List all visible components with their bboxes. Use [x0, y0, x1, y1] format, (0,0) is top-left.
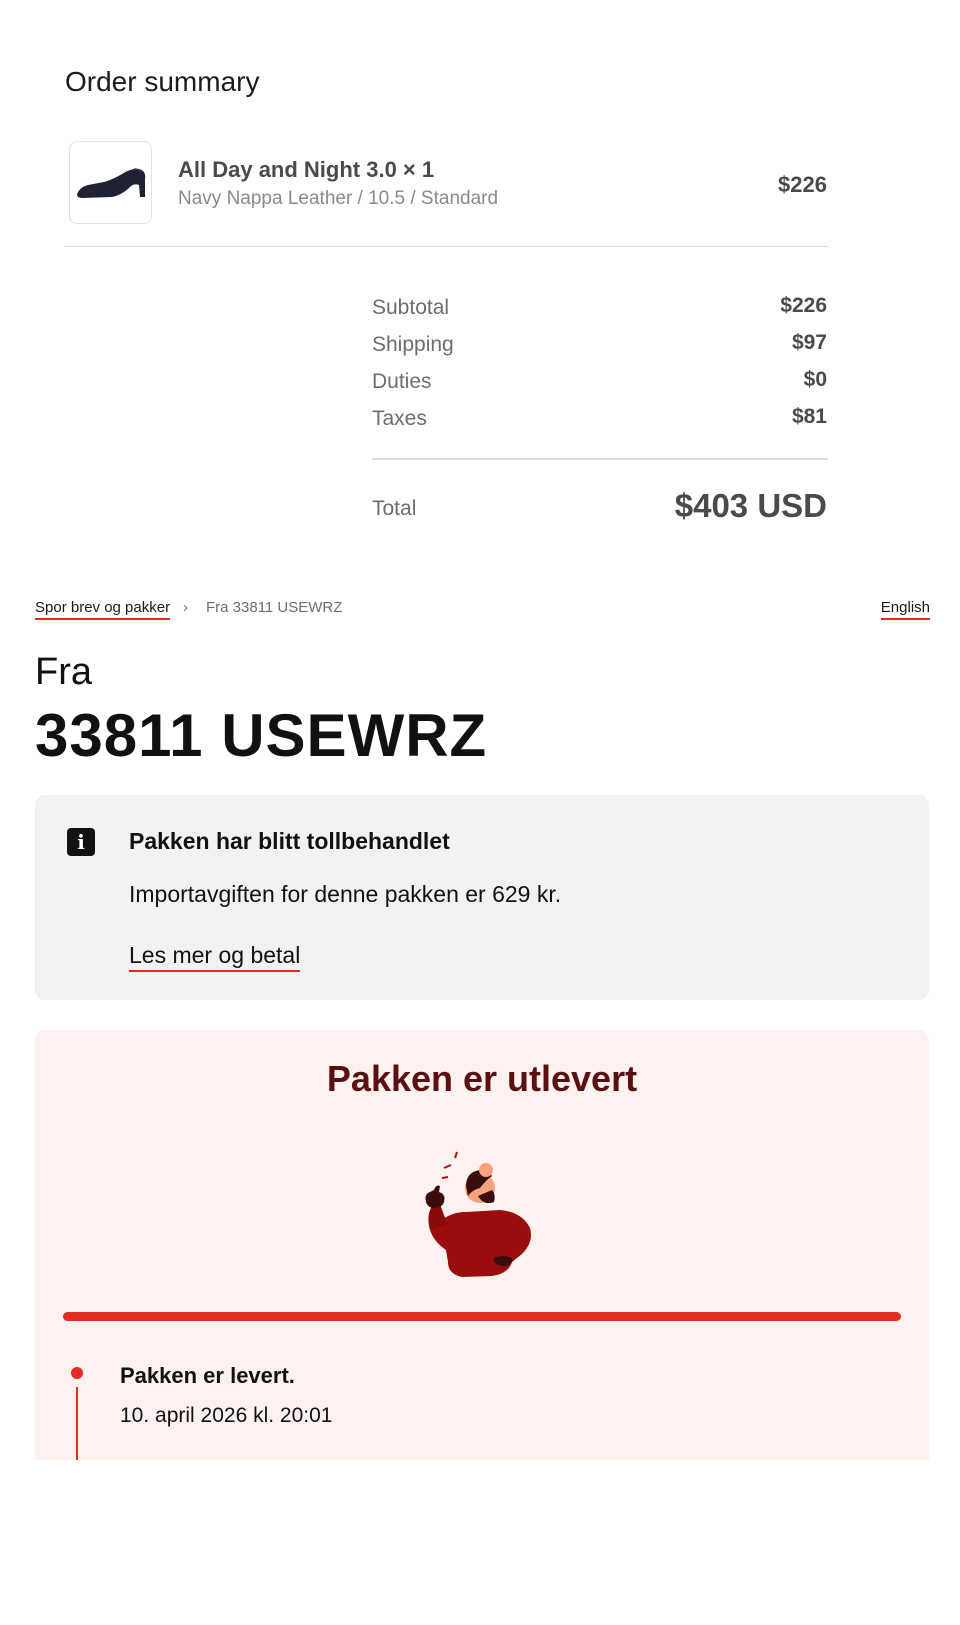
event-title: Pakken er levert. [120, 1363, 295, 1388]
subtotal-label: Subtotal [372, 296, 450, 319]
duties-value: $0 [803, 368, 827, 391]
thumbs-up-person-icon [425, 1151, 531, 1277]
from-label: Fra [35, 651, 92, 693]
product-name: All Day and Night 3.0 × 1 [178, 157, 435, 182]
delivery-progress-bar [63, 1312, 901, 1321]
breadcrumb-link-track[interactable]: Spor brev og pakker [35, 599, 171, 620]
product-price: $226 [778, 172, 827, 197]
taxes-label: Taxes [372, 407, 427, 430]
event-time: 10. april 2026 kl. 20:01 [120, 1404, 333, 1427]
info-icon: i [67, 828, 95, 856]
shoe-thumbnail-icon [76, 167, 145, 198]
total-label: Total [372, 497, 417, 520]
tracking-number: 33811 USEWRZ [35, 702, 488, 769]
breadcrumb-chevron-icon: › [183, 599, 188, 616]
breadcrumb-current: Fra 33811 USEWRZ [206, 599, 343, 616]
divider [64, 246, 828, 247]
shipping-value: $97 [791, 331, 827, 354]
total-value: $403 USD [674, 487, 827, 524]
read-more-pay-link[interactable]: Les mer og betal [129, 942, 301, 972]
notice-text: Importavgiften for denne pakken er 629 k… [129, 881, 562, 907]
subtotal-value: $226 [780, 294, 827, 317]
order-summary-title: Order summary [65, 66, 260, 97]
language-link[interactable]: English [880, 599, 930, 620]
shipping-label: Shipping [372, 333, 454, 356]
timeline-dot [71, 1367, 83, 1379]
timeline-line [76, 1387, 78, 1460]
status-title: Pakken er utlevert [326, 1058, 638, 1099]
duties-label: Duties [372, 370, 432, 393]
taxes-value: $81 [791, 405, 827, 428]
product-variant: Navy Nappa Leather / 10.5 / Standard [178, 188, 499, 209]
divider [372, 458, 828, 460]
product-thumbnail [69, 141, 152, 224]
notice-title: Pakken har blitt tollbehandlet [129, 828, 450, 854]
